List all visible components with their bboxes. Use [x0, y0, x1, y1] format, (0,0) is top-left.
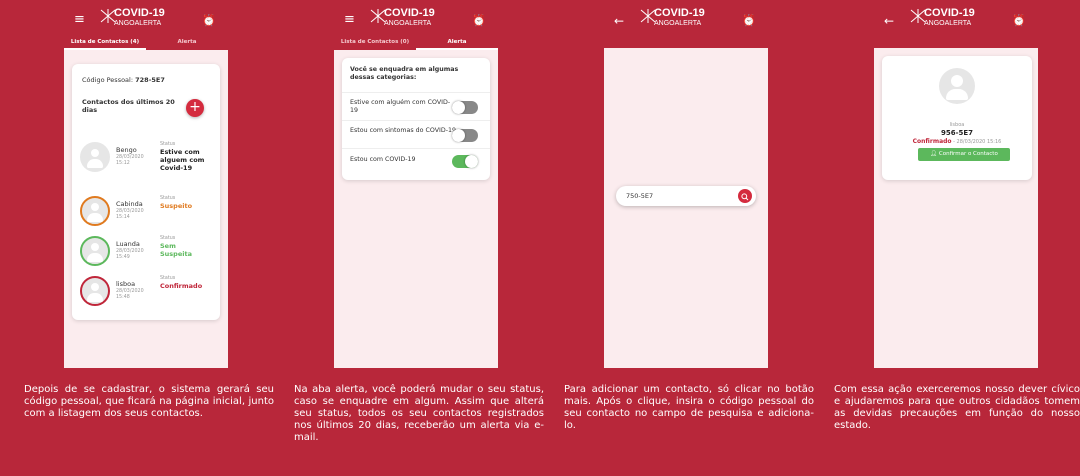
search-icon: [741, 193, 749, 201]
contact-datetime: 28/03/2020 15:12: [116, 155, 144, 166]
app-header: ← COVID-19 ANGOALERTA ⏰: [604, 0, 768, 48]
list-item[interactable]: lisboa 28/03/2020 15:48 Status Confirmado: [80, 276, 220, 312]
logo-title: COVID-19: [384, 7, 435, 19]
status-label: Status: [160, 276, 176, 281]
tab-contact-list[interactable]: Lista de Contactos (4): [64, 36, 146, 50]
confirm-contact-label: Confirmar o Contacto: [938, 151, 998, 157]
tab-alert[interactable]: Alerta: [146, 36, 228, 50]
status-label: Status: [160, 196, 176, 201]
logo-subtitle: ANGOALERTA: [924, 20, 972, 27]
search-value: 750-5E7: [626, 192, 654, 200]
alarm-icon[interactable]: ⏰: [742, 14, 756, 27]
app-header: ← COVID-19 ANGOALERTA ⏰: [874, 0, 1038, 48]
tab-bar: Lista de Contactos (4) Alerta: [64, 36, 228, 50]
caption-2: Na aba alerta, você poderá mudar o seu s…: [294, 384, 544, 443]
screen-confirm-contact: ← COVID-19 ANGOALERTA ⏰ lisboa 956-5E7 C…: [874, 0, 1038, 368]
alarm-icon[interactable]: ⏰: [202, 14, 216, 27]
contact-code: 956-5E7: [940, 129, 974, 137]
app-header: ≡ COVID-19 ANGOALERTA ⏰ Lista de Contact…: [334, 0, 498, 50]
user-add-icon: 👤︎: [930, 151, 938, 157]
logo-title: COVID-19: [114, 7, 165, 19]
alarm-icon[interactable]: ⏰: [1012, 14, 1026, 27]
contact-name: Luanda: [116, 240, 140, 248]
contacts-list-title: Contactos dos últimos 20 dias: [82, 98, 175, 114]
virus-logo-icon: [100, 9, 116, 23]
status-timestamp: - 28/03/2020 15:16: [953, 139, 1002, 145]
alert-card: Você se enquadra em algumas dessas categ…: [342, 58, 490, 180]
status-value: Suspeito: [160, 202, 193, 210]
contact-name: lisboa: [116, 280, 136, 288]
logo-title: COVID-19: [924, 7, 975, 19]
contacts-card: Código Pessoal: 728-5E7 Contactos dos úl…: [72, 64, 220, 320]
status-label: Status: [160, 142, 176, 147]
personal-code: Código Pessoal: 728-5E7: [82, 76, 165, 84]
contact-datetime: 28/03/2020 15:14: [116, 209, 144, 220]
personal-code-label: Código Pessoal:: [82, 76, 134, 84]
status-value: Estive com alguem com Covid-19: [160, 148, 205, 172]
app-logo: COVID-19 ANGOALERTA: [640, 7, 734, 28]
screen-alert: ≡ COVID-19 ANGOALERTA ⏰ Lista de Contact…: [334, 0, 498, 368]
app-logo: COVID-19 ANGOALERTA: [100, 7, 194, 28]
toggle-contact-with-covid[interactable]: [452, 101, 478, 114]
option-label: Estive com alguém com COVID-19: [350, 99, 451, 114]
contact-datetime: 28/03/2020 15:48: [116, 289, 144, 300]
hamburger-menu-icon[interactable]: ≡: [344, 12, 355, 27]
divider: [342, 120, 490, 121]
tab-alert[interactable]: Alerta: [416, 36, 498, 50]
divider: [342, 148, 490, 149]
virus-logo-icon: [910, 9, 926, 23]
avatar: [939, 68, 975, 104]
hamburger-menu-icon[interactable]: ≡: [74, 12, 85, 27]
list-item[interactable]: Bengo 28/03/2020 15:12 Status Estive com …: [80, 142, 220, 178]
alarm-icon[interactable]: ⏰: [472, 14, 486, 27]
avatar: [80, 142, 110, 172]
search-input[interactable]: 750-5E7: [616, 186, 756, 206]
tab-bar: Lista de Contactos (0) Alerta: [334, 36, 498, 50]
screen-contacts-list: ≡ COVID-19 ANGOALERTA ⏰ Lista de Contact…: [64, 0, 228, 368]
search-button[interactable]: [738, 189, 752, 203]
caption-3: Para adicionar um contacto, só clicar no…: [564, 384, 814, 431]
divider: [342, 92, 490, 93]
option-label: Estou com COVID-19: [350, 156, 416, 163]
alert-question: Você se enquadra em algumas dessas categ…: [350, 66, 459, 81]
status-value: Sem Suspeita: [160, 242, 192, 258]
avatar: [80, 236, 110, 266]
caption-1: Depois de se cadastrar, o sistema gerará…: [24, 384, 274, 419]
back-arrow-icon[interactable]: ←: [884, 14, 894, 28]
option-label: Estou com sintomas do COVID-19: [350, 127, 457, 134]
status-value: Confirmado: [160, 282, 203, 290]
add-contact-button[interactable]: +: [186, 99, 204, 117]
contact-name: lisboa: [949, 122, 965, 128]
avatar: [80, 196, 110, 226]
contact-confirm-card: lisboa 956-5E7 Confirmado - 28/03/2020 1…: [882, 56, 1032, 180]
personal-code-value: 728-5E7: [135, 76, 165, 84]
list-item[interactable]: Luanda 28/03/2020 15:49 Status Sem Suspei…: [80, 236, 220, 272]
contact-datetime: 28/03/2020 15:49: [116, 249, 144, 260]
toggle-has-symptoms[interactable]: [452, 129, 478, 142]
back-arrow-icon[interactable]: ←: [614, 14, 624, 28]
app-logo: COVID-19 ANGOALERTA: [370, 7, 464, 28]
avatar: [80, 276, 110, 306]
toggle-has-covid[interactable]: [452, 155, 478, 168]
contact-name: Cabinda: [116, 200, 143, 208]
logo-subtitle: ANGOALERTA: [654, 20, 702, 27]
contact-status-line: Confirmado - 28/03/2020 15:16: [882, 138, 1032, 145]
logo-subtitle: ANGOALERTA: [384, 20, 432, 27]
logo-title: COVID-19: [654, 7, 705, 19]
list-item[interactable]: Cabinda 28/03/2020 15:14 Status Suspeito: [80, 196, 220, 232]
screen-add-contact: ← COVID-19 ANGOALERTA ⏰ 750-5E7: [604, 0, 768, 368]
status-label: Status: [160, 236, 176, 241]
status-badge: Confirmado: [912, 138, 952, 145]
confirm-contact-button[interactable]: 👤︎ Confirmar o Contacto: [918, 148, 1010, 161]
caption-4: Com essa ação exerceremos nosso dever cí…: [834, 384, 1080, 431]
contact-name: Bengo: [116, 146, 137, 154]
app-header: ≡ COVID-19 ANGOALERTA ⏰ Lista de Contact…: [64, 0, 228, 50]
tab-contact-list[interactable]: Lista de Contactos (0): [334, 36, 416, 50]
virus-logo-icon: [640, 9, 656, 23]
logo-subtitle: ANGOALERTA: [114, 20, 162, 27]
virus-logo-icon: [370, 9, 386, 23]
app-logo: COVID-19 ANGOALERTA: [910, 7, 1004, 28]
